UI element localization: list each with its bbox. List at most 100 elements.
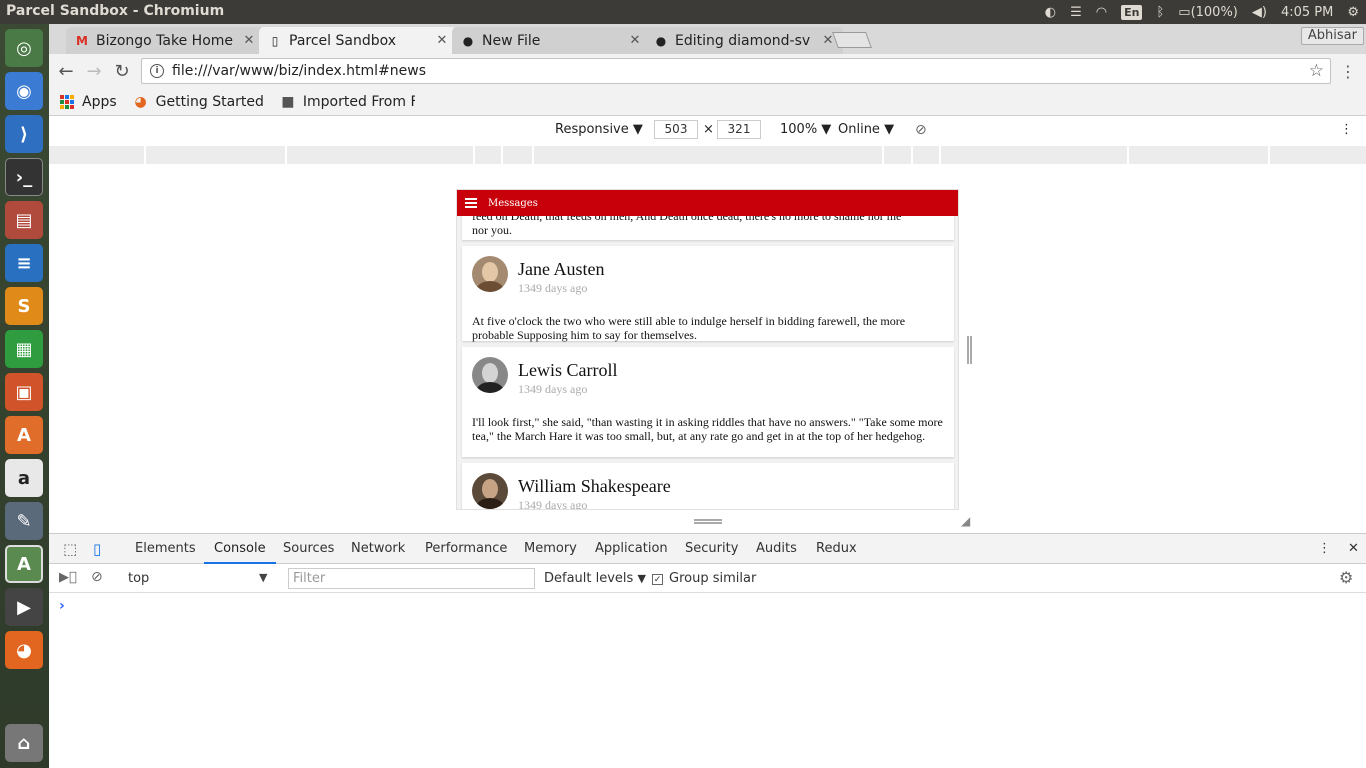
volume-icon[interactable]: ◀): [1245, 0, 1274, 24]
author-name: Lewis Carroll: [518, 360, 618, 380]
forward-icon[interactable]: →: [83, 60, 105, 82]
viewport-corner-resize-icon[interactable]: ◢: [961, 514, 975, 528]
message-card[interactable]: Lewis Carroll 1349 days ago I'll look fi…: [462, 347, 954, 457]
apps-icon: [59, 94, 75, 110]
device-menu-icon[interactable]: ⋮: [1340, 122, 1353, 137]
gmail-icon: M: [76, 33, 88, 48]
browser-toolbar: ← → ↻ i file:///var/www/biz/index.html#n…: [49, 54, 1366, 88]
tools-icon[interactable]: ✎: [5, 502, 43, 540]
impress-icon[interactable]: ▣: [5, 373, 43, 411]
message-body: At five o'clock the two who were still a…: [472, 314, 906, 342]
video-editor-icon[interactable]: ▶: [5, 588, 43, 626]
message-body-partial-end: nor you.: [472, 223, 512, 237]
folder-icon: ■: [281, 93, 295, 110]
bookmark-star-icon[interactable]: ☆: [1309, 61, 1324, 81]
network-value: Online: [838, 122, 880, 137]
new-tab-button[interactable]: [832, 32, 872, 48]
bookmark-imported[interactable]: ■ Imported From F: [280, 94, 415, 110]
system-top-panel: Parcel Sandbox - Chromium ◐ ☰ ◠ En ᛒ ▭ (…: [0, 0, 1366, 24]
clear-console-icon[interactable]: ⊘: [91, 569, 103, 585]
zoom-select[interactable]: 100% ▼: [780, 122, 831, 137]
viewport-width-handle[interactable]: [967, 336, 972, 364]
message-card[interactable]: Jane Austen 1349 days ago At five o'cloc…: [462, 246, 954, 342]
tab-memory[interactable]: Memory: [514, 534, 587, 564]
tab-sources[interactable]: Sources: [273, 534, 344, 564]
group-similar-checkbox[interactable]: ✓ Group similar: [652, 571, 756, 586]
hamburger-menu-icon[interactable]: [465, 198, 477, 208]
device-height-input[interactable]: 321: [717, 120, 761, 139]
tab-audits[interactable]: Audits: [746, 534, 807, 564]
close-icon[interactable]: ✕: [435, 33, 449, 48]
system-settings-icon[interactable]: ◎: [5, 29, 43, 67]
keyboard-layout[interactable]: En: [1114, 0, 1149, 24]
network-select[interactable]: Online ▼: [838, 122, 894, 137]
power-gear-icon[interactable]: ⚙: [1340, 0, 1366, 24]
terminal-icon[interactable]: ›_: [5, 158, 43, 196]
context-select[interactable]: top ▼: [128, 571, 267, 586]
bookmark-label: Imported From F: [302, 93, 415, 110]
tab-application[interactable]: Application: [585, 534, 678, 564]
back-icon[interactable]: ←: [55, 60, 77, 82]
close-devtools-icon[interactable]: ✕: [1338, 534, 1366, 564]
device-width-input[interactable]: 503: [654, 120, 698, 139]
viewport-height-handle[interactable]: [694, 519, 722, 524]
battery-indicator[interactable]: ▭ (100%): [1171, 0, 1245, 24]
firefox-icon[interactable]: ◕: [5, 631, 43, 669]
tab-performance[interactable]: Performance: [415, 534, 517, 564]
browser-menu-icon[interactable]: ⋮: [1340, 62, 1356, 81]
calc-icon[interactable]: ▦: [5, 330, 43, 368]
bluetooth-icon[interactable]: ᛒ: [1149, 0, 1171, 24]
url-text[interactable]: file:///var/www/biz/index.html#news: [172, 63, 426, 79]
close-icon[interactable]: ✕: [628, 33, 642, 48]
updater-icon[interactable]: A: [5, 545, 43, 583]
rotate-icon[interactable]: ⊘: [915, 122, 927, 138]
bookmark-apps[interactable]: Apps: [59, 94, 117, 110]
device-mode-select[interactable]: Responsive ▼: [555, 122, 643, 137]
profile-button[interactable]: Abhisar: [1300, 27, 1364, 45]
devtools-panel: ⬚ ▯ Elements Console Sources Network Per…: [49, 533, 1366, 768]
app-title: Messages: [488, 197, 538, 209]
group-similar-label: Group similar: [669, 571, 757, 586]
checkbox-checked-icon: ✓: [652, 574, 663, 585]
dimension-separator: ×: [703, 122, 714, 137]
console-filter-input[interactable]: Filter: [288, 568, 535, 589]
tab-elements[interactable]: Elements: [125, 534, 206, 564]
notes-icon[interactable]: ☰: [1063, 0, 1089, 24]
close-icon[interactable]: ✕: [242, 33, 256, 48]
devtools-menu-icon[interactable]: ⋮: [1308, 534, 1341, 564]
tab-redux[interactable]: Redux: [806, 534, 867, 564]
log-levels-select[interactable]: Default levels ▼: [544, 571, 646, 586]
files-icon[interactable]: ▤: [5, 201, 43, 239]
address-bar[interactable]: i file:///var/www/biz/index.html#news ☆: [141, 58, 1331, 84]
update-icon[interactable]: ◐: [1038, 0, 1063, 24]
device-mode: Responsive: [555, 122, 629, 137]
bookmarks-bar: Apps ◕ Getting Started ■ Imported From F: [49, 88, 1366, 116]
log-levels-value: Default levels: [544, 571, 634, 586]
vscode-icon[interactable]: ⟩: [5, 115, 43, 153]
tab-security[interactable]: Security: [675, 534, 748, 564]
chromium-icon[interactable]: ◉: [5, 72, 43, 110]
console-prompt[interactable]: ›: [59, 598, 65, 614]
trash-icon[interactable]: ⌂: [5, 724, 43, 762]
context-value: top: [128, 571, 150, 586]
tab-console[interactable]: Console: [204, 534, 276, 564]
writer-icon[interactable]: ≡: [5, 244, 43, 282]
sidebar-toggle-icon[interactable]: ▶⃞: [59, 570, 77, 585]
amazon-icon[interactable]: a: [5, 459, 43, 497]
tab-new-file[interactable]: ● New File ✕: [452, 27, 650, 54]
reload-icon[interactable]: ↻: [111, 60, 133, 82]
tab-parcel-sandbox[interactable]: ▯ Parcel Sandbox ✕: [259, 27, 457, 54]
clock[interactable]: 4:05 PM: [1274, 0, 1340, 24]
console-settings-gear-icon[interactable]: ⚙: [1339, 568, 1353, 587]
unity-launcher: ◎ ◉ ⟩ ›_ ▤ ≡ S ▦ ▣ A a ✎ A ▶ ◕ ⌂: [0, 24, 49, 768]
software-center-icon[interactable]: A: [5, 416, 43, 454]
message-card[interactable]: William Shakespeare 1349 days ago: [462, 463, 954, 509]
bookmark-getting-started[interactable]: ◕ Getting Started: [133, 94, 264, 110]
tab-editing-diamond[interactable]: ● Editing diamond-sv ✕: [645, 27, 843, 54]
tab-bizongo[interactable]: M Bizongo Take Home ✕: [66, 27, 264, 54]
device-toggle-icon[interactable]: ▯: [83, 534, 111, 564]
info-icon[interactable]: i: [150, 64, 164, 78]
sublime-icon[interactable]: S: [5, 287, 43, 325]
tab-network[interactable]: Network: [341, 534, 415, 564]
wifi-icon[interactable]: ◠: [1089, 0, 1114, 24]
